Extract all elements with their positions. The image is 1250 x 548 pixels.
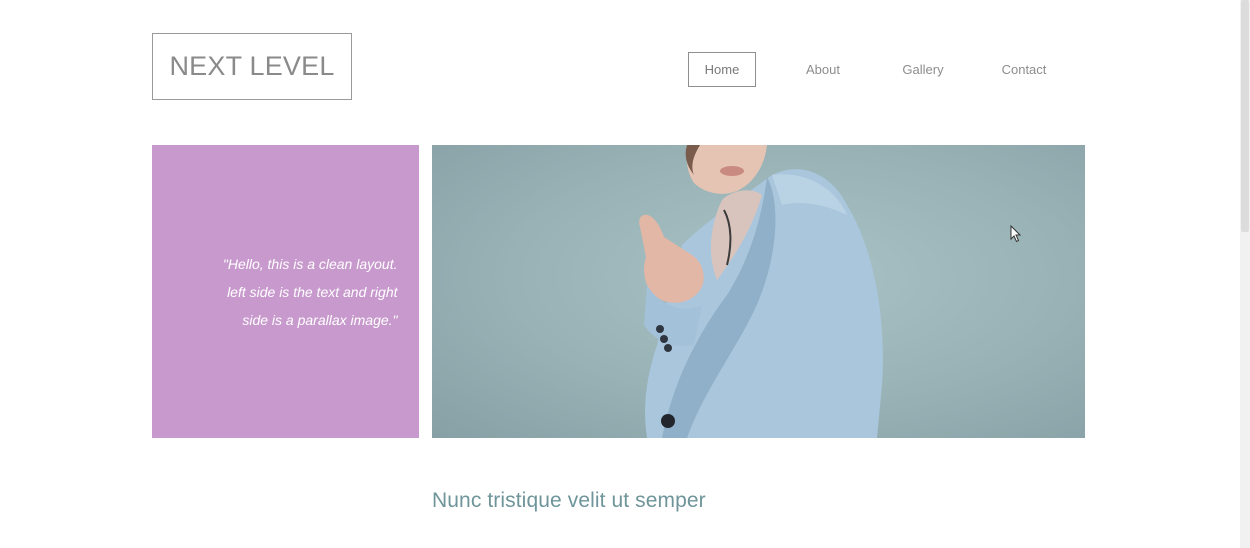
section-heading: Nunc tristique velit ut semper [432,489,706,512]
page: NEXT LEVEL Home About Gallery Contact "H… [0,0,1250,548]
hero-quote: "Hello, this is a clean layout. left sid… [198,250,398,334]
hero-quote-box: "Hello, this is a clean layout. left sid… [152,145,419,438]
quote-line: "Hello, this is a clean layout. [222,255,398,272]
nav-item-about[interactable]: About [789,52,857,87]
quote-line: side is a parallax image." [242,311,398,328]
logo-text: NEXT LEVEL [169,51,335,81]
page-scrollbar[interactable] [1240,0,1250,548]
nav-item-label: Contact [1001,62,1047,77]
nav-item-gallery[interactable]: Gallery [888,52,958,87]
mouse-cursor-icon [1010,225,1022,243]
site-logo[interactable]: NEXT LEVEL [152,33,352,100]
woman-photo-illustration [639,145,883,438]
quote-line: left side is the text and right [227,283,398,300]
nav-item-label: About [806,62,840,77]
nav-item-label: Gallery [902,62,944,77]
scrollbar-thumb[interactable] [1241,0,1249,232]
nav-item-home[interactable]: Home [688,52,756,87]
hero-parallax-image [432,145,1085,438]
nav-item-label: Home [704,62,740,77]
nav-item-contact[interactable]: Contact [989,52,1059,87]
